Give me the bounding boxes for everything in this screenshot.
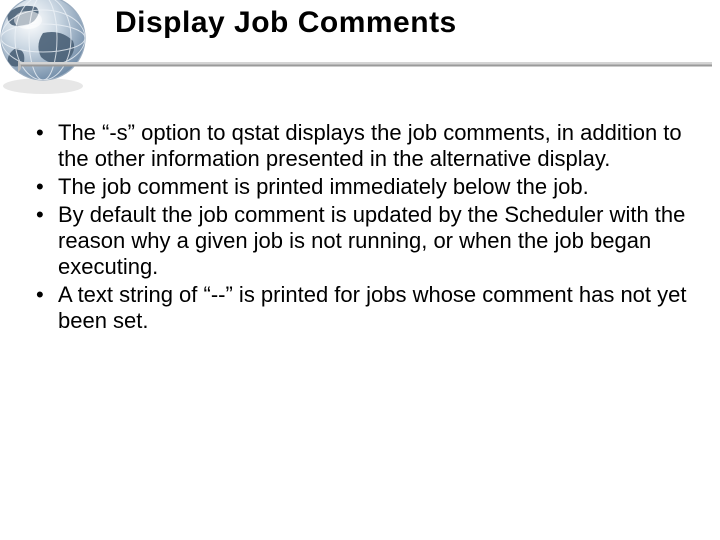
- slide-title: Display Job Comments: [115, 6, 700, 40]
- title-bar: Display Job Comments: [115, 6, 700, 66]
- content-area: The “-s” option to qstat displays the jo…: [30, 120, 692, 336]
- globe-icon: [0, 0, 98, 98]
- bullet-item: A text string of “--” is printed for job…: [30, 282, 692, 334]
- bullet-item: By default the job comment is updated by…: [30, 202, 692, 280]
- title-underline: [18, 58, 712, 72]
- bullet-list: The “-s” option to qstat displays the jo…: [30, 120, 692, 334]
- bullet-item: The “-s” option to qstat displays the jo…: [30, 120, 692, 172]
- bullet-item: The job comment is printed immediately b…: [30, 174, 692, 200]
